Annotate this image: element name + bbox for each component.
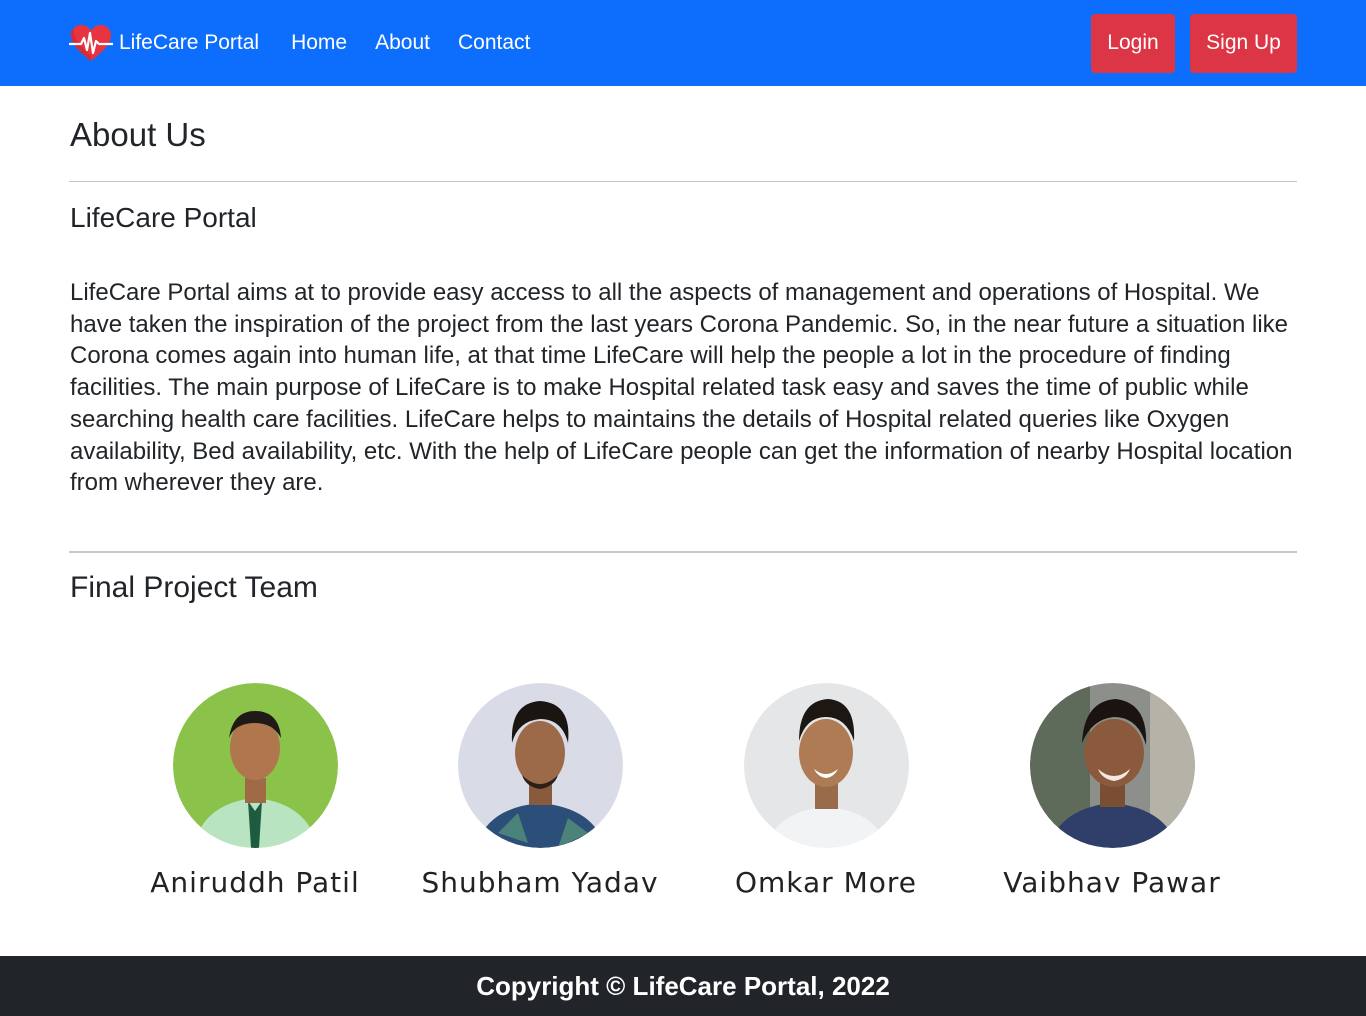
brand-link[interactable]: LifeCare Portal xyxy=(69,23,259,63)
brand-name: LifeCare Portal xyxy=(119,31,260,54)
copyright-text: Copyright © LifeCare Portal, 2022 xyxy=(476,970,890,1001)
divider xyxy=(69,181,1297,182)
divider xyxy=(69,551,1297,553)
team-title: Final Project Team xyxy=(70,571,318,604)
heart-pulse-icon xyxy=(69,25,113,61)
member-name: Shubham Yadav xyxy=(421,866,659,899)
avatar xyxy=(172,683,338,848)
navbar: LifeCare Portal Home About Contact Login… xyxy=(0,0,1366,86)
avatar xyxy=(743,683,909,848)
team-member: Shubham Yadav xyxy=(410,683,670,899)
footer: Copyright © LifeCare Portal, 2022 xyxy=(0,956,1366,1016)
nav-link-contact[interactable]: Contact xyxy=(458,31,530,55)
member-name: Vaibhav Pawar xyxy=(1003,866,1221,899)
nav-links: Home About Contact xyxy=(291,31,558,55)
signup-button[interactable]: Sign Up xyxy=(1190,13,1297,73)
auth-buttons: Login Sign Up xyxy=(1091,13,1297,73)
team-member: Vaibhav Pawar xyxy=(982,683,1242,899)
team-member: Omkar More xyxy=(696,683,956,899)
avatar xyxy=(457,683,623,848)
login-button[interactable]: Login xyxy=(1091,13,1175,73)
team-member: Aniruddh Patil xyxy=(125,683,385,899)
section-title: LifeCare Portal xyxy=(70,202,257,233)
member-name: Aniruddh Patil xyxy=(150,866,360,899)
nav-link-home[interactable]: Home xyxy=(291,31,347,55)
member-name: Omkar More xyxy=(734,866,918,899)
nav-link-about[interactable]: About xyxy=(375,31,430,55)
page-title: About Us xyxy=(70,116,206,153)
avatar xyxy=(1029,683,1195,848)
about-description: LifeCare Portal aims at to provide easy … xyxy=(70,279,1293,497)
